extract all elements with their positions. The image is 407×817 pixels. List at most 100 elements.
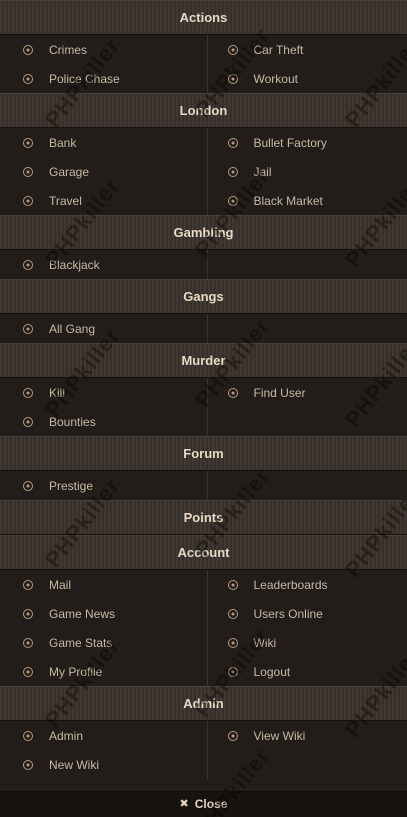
menu-item-game-news[interactable]: Game News [0,599,204,628]
menu-item-workout[interactable]: Workout [204,64,407,93]
menu-item-label: Kill [49,385,66,400]
menu-item-label: Wiki [253,635,277,650]
menu-item-jail[interactable]: Jail [204,157,407,186]
menu-item-label: Crimes [49,42,87,57]
menu-row: New Wiki [0,750,407,779]
menu-item-mail[interactable]: Mail [0,570,204,599]
section-header-murder: Murder [0,343,407,378]
menu-item-label: View Wiki [253,728,306,743]
bullet-icon [23,608,33,619]
menu-item-find-user[interactable]: Find User [204,378,407,407]
menu-item-game-stats[interactable]: Game Stats [0,628,204,657]
section-items-forum: Prestige [0,471,407,500]
menu-item-leaderboards[interactable]: Leaderboards [204,570,407,599]
menu-item-car-theft[interactable]: Car Theft [204,35,407,64]
menu-row: My Profile Logout [0,657,407,686]
menu-item-label: Admin [49,728,84,743]
menu-item-new-wiki[interactable]: New Wiki [0,750,204,779]
menu-item-travel[interactable]: Travel [0,186,204,215]
menu-row: Blackjack [0,250,407,279]
menu-item-label: Bank [49,135,77,150]
section-items-gangs: All Gang [0,314,407,343]
bullet-icon [23,259,33,270]
menu-item-label: Jail [253,164,272,179]
menu-item-label: Bounties [49,414,96,429]
menu-item-label: Find User [253,385,306,400]
bullet-icon [23,44,33,55]
close-icon: ✖ [179,798,189,810]
bullet-icon [227,730,238,741]
menu-item-label: Logout [253,664,291,679]
menu-item-police-chase[interactable]: Police Chase [0,64,204,93]
menu-item-all-gang[interactable]: All Gang [0,314,204,343]
bullet-icon [227,608,238,619]
section-items-london: Bank Bullet Factory Garage Jail Travel Black … [0,128,407,215]
menu-item-label: Game News [49,606,116,621]
bullet-icon [23,166,33,177]
empty-cell [204,471,407,500]
menu-item-admin[interactable]: Admin [0,721,204,750]
bullet-icon [227,666,238,677]
menu-row: All Gang [0,314,407,343]
bullet-icon [227,637,238,648]
menu-item-label: Mail [49,577,72,592]
bullet-icon [23,387,33,398]
section-items-account: Mail Leaderboards Game News Users Online Gam… [0,570,407,686]
menu-item-kill[interactable]: Kill [0,378,204,407]
menu-item-wiki[interactable]: Wiki [204,628,407,657]
bullet-icon [23,323,33,334]
menu-row: Police Chase Workout [0,64,407,93]
menu-item-label: New Wiki [49,757,99,772]
section-header-points: Points [0,500,407,535]
empty-cell [204,250,407,279]
menu-item-label: Workout [253,71,298,86]
bullet-icon [227,44,238,55]
bullet-icon [23,416,33,427]
menu-item-label: Garage [49,164,90,179]
menu-row: Crimes Car Theft [0,35,407,64]
bullet-icon [227,166,238,177]
bullet-icon [23,480,33,491]
bullet-icon [23,137,33,148]
bullet-icon [227,387,238,398]
bullet-icon [227,137,238,148]
section-header-gangs: Gangs [0,279,407,314]
bullet-icon [23,730,33,741]
menu-item-label: Travel [49,193,82,208]
menu-item-users-online[interactable]: Users Online [204,599,407,628]
menu-item-prestige[interactable]: Prestige [0,471,204,500]
menu-item-blackjack[interactable]: Blackjack [0,250,204,279]
bullet-icon [23,195,33,206]
section-items-admin: Admin View Wiki New Wiki [0,721,407,779]
section-header-london: London [0,93,407,128]
menu-item-garage[interactable]: Garage [0,157,204,186]
menu-item-bounties[interactable]: Bounties [0,407,204,436]
empty-cell [204,314,407,343]
menu-item-my-profile[interactable]: My Profile [0,657,204,686]
menu-row: Kill Find User [0,378,407,407]
menu-item-logout[interactable]: Logout [204,657,407,686]
menu-item-label: Users Online [253,606,323,621]
menu-row: Admin View Wiki [0,721,407,750]
bullet-icon [23,637,33,648]
close-button[interactable]: ✖ Close [0,789,407,817]
menu-item-bank[interactable]: Bank [0,128,204,157]
section-header-forum: Forum [0,436,407,471]
menu-row: Game Stats Wiki [0,628,407,657]
bullet-icon [23,579,33,590]
menu-row: Bank Bullet Factory [0,128,407,157]
menu-item-label: Police Chase [49,71,120,86]
menu-row: Mail Leaderboards [0,570,407,599]
menu-item-crimes[interactable]: Crimes [0,35,204,64]
menu-item-label: Prestige [49,478,94,493]
menu-item-view-wiki[interactable]: View Wiki [204,721,407,750]
menu-item-label: Blackjack [49,257,100,272]
menu-item-label: Car Theft [253,42,304,57]
section-header-gambling: Gambling [0,215,407,250]
menu-item-black-market[interactable]: Black Market [204,186,407,215]
menu-item-bullet-factory[interactable]: Bullet Factory [204,128,407,157]
game-menu: Actions Crimes Car Theft Police Chase Workou… [0,0,407,817]
bullet-icon [227,73,238,84]
bullet-icon [227,195,238,206]
bullet-icon [227,579,238,590]
